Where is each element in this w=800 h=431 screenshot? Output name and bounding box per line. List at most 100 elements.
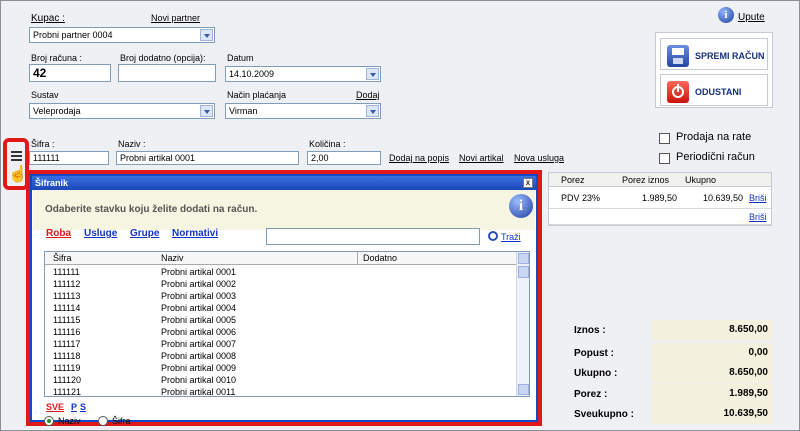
- scroll-down-icon[interactable]: [518, 384, 529, 395]
- total-label-ukupno: Ukupno :: [574, 368, 618, 379]
- list-item-naziv: Probni artikal 0003: [161, 291, 237, 301]
- list-icon[interactable]: [11, 150, 23, 164]
- chevron-down-icon[interactable]: [200, 29, 213, 41]
- list-item-naziv: Probni artikal 0004: [161, 303, 237, 313]
- chevron-down-icon[interactable]: [366, 105, 379, 117]
- sifranik-dialog: Šifranik x Odaberite stavku koju želite …: [26, 170, 542, 426]
- grid-cell-porez-iznos: 1.989,50: [642, 193, 678, 203]
- tab-roba[interactable]: Roba: [46, 228, 71, 239]
- novi-artikal-link[interactable]: Novi artikal: [459, 153, 504, 163]
- list-item[interactable]: 111117 Probni artikal 0007: [45, 339, 517, 351]
- close-icon[interactable]: x: [523, 178, 533, 188]
- novi-partner-link[interactable]: Novi partner: [151, 13, 200, 23]
- list-item-sifra: 111118: [53, 351, 81, 361]
- prodaja-na-rate-checkbox[interactable]: [659, 133, 670, 144]
- list-item[interactable]: 111112 Probni artikal 0002: [45, 279, 517, 291]
- naziv-input[interactable]: Probni artikal 0001: [116, 151, 299, 165]
- broj-dodatno-input[interactable]: [118, 64, 216, 82]
- scroll-up-icon[interactable]: [518, 253, 529, 264]
- dodaj-link[interactable]: Dodaj: [356, 90, 380, 100]
- sustav-select[interactable]: Veleprodaja: [29, 103, 215, 119]
- dialog-banner: Odaberite stavku koju želite dodati na r…: [33, 190, 535, 230]
- kolicina-label: Količina :: [309, 139, 346, 149]
- odustani-button[interactable]: ODUSTANI: [660, 74, 768, 106]
- kupac-select[interactable]: Probni partner 0004: [29, 27, 215, 43]
- search-icon[interactable]: [488, 231, 498, 241]
- total-label-sveukupno: Sveukupno :: [574, 409, 635, 420]
- grid-header: Porez Porez iznos Ukupno: [549, 173, 771, 187]
- help-icon[interactable]: i: [718, 7, 734, 23]
- kolicina-input[interactable]: 2,00: [307, 151, 381, 165]
- sustav-label: Sustav: [31, 90, 59, 100]
- list-item[interactable]: 111116 Probni artikal 0006: [45, 327, 517, 339]
- total-label-porez: Porez :: [574, 389, 608, 400]
- filter-s-link[interactable]: S: [80, 402, 86, 412]
- nova-usluga-link[interactable]: Nova usluga: [514, 153, 564, 163]
- sifra-input[interactable]: 111111: [29, 151, 109, 165]
- list-item[interactable]: 111121 Probni artikal 0011: [45, 387, 517, 397]
- grid-cell-ukupno: 10.639,50: [703, 193, 744, 203]
- total-label-popust: Popust :: [574, 348, 614, 359]
- kupac-label[interactable]: Kupac :: [31, 13, 65, 24]
- list-item-naziv: Probni artikal 0010: [161, 375, 237, 385]
- list-scrollbar[interactable]: [516, 252, 529, 396]
- list-item[interactable]: 111115 Probni artikal 0005: [45, 315, 517, 327]
- dialog-body: Šifranik x Odaberite stavku koju želite …: [30, 174, 538, 426]
- info-icon: i: [509, 194, 533, 218]
- list-item-naziv: Probni artikal 0006: [161, 327, 237, 337]
- chevron-down-icon[interactable]: [200, 105, 213, 117]
- list-item-naziv: Probni artikal 0011: [161, 387, 236, 397]
- sifra-label: Šifra :: [31, 139, 55, 149]
- spremi-label: SPREMI RAČUN: [695, 51, 765, 61]
- grid-col-ukupno: Ukupno: [685, 175, 717, 185]
- brisi-link[interactable]: Briši: [749, 193, 767, 203]
- naziv-label: Naziv :: [118, 139, 146, 149]
- list-item[interactable]: 111118 Probni artikal 0008: [45, 351, 517, 363]
- list-col-dodatno: Dodatno: [363, 253, 398, 263]
- upute-link[interactable]: Upute: [738, 12, 765, 23]
- broj-dodatno-label: Broj dodatno (opcija):: [120, 53, 206, 63]
- broj-racuna-input[interactable]: 42: [29, 64, 111, 82]
- search-input[interactable]: [266, 228, 480, 245]
- scroll-thumb[interactable]: [518, 266, 529, 278]
- list-col-naziv: Naziv: [161, 253, 184, 263]
- list-item-sifra: 111111: [53, 267, 80, 277]
- table-row: Briši: [549, 209, 771, 225]
- dodaj-na-popis-link[interactable]: Dodaj na popis: [389, 153, 449, 163]
- brisi-link[interactable]: Briši: [749, 212, 767, 222]
- periodicni-racun-checkbox[interactable]: [659, 153, 670, 164]
- list-item-naziv: Probni artikal 0002: [161, 279, 237, 289]
- tab-usluge[interactable]: Usluge: [84, 228, 117, 239]
- list-item-naziv: Probni artikal 0008: [161, 351, 237, 361]
- total-value-ukupno: 8.650,00: [652, 363, 772, 383]
- list-item[interactable]: 111113 Probni artikal 0003: [45, 291, 517, 303]
- list-item[interactable]: 111120 Probni artikal 0010: [45, 375, 517, 387]
- hand-cursor-icon: ☝: [8, 166, 28, 183]
- tab-grupe[interactable]: Grupe: [130, 228, 159, 239]
- list-item[interactable]: 111114 Probni artikal 0004: [45, 303, 517, 315]
- list-item-naziv: Probni artikal 0009: [161, 363, 237, 373]
- list-item[interactable]: 111119 Probni artikal 0009: [45, 363, 517, 375]
- datum-select[interactable]: 14.10.2009: [225, 66, 381, 82]
- total-value-porez: 1.989,50: [652, 384, 772, 404]
- total-label-iznos: Iznos :: [574, 325, 606, 336]
- spremi-button[interactable]: SPREMI RAČUN: [660, 38, 768, 70]
- tab-normativi[interactable]: Normativi: [172, 228, 218, 239]
- odustani-label: ODUSTANI: [695, 87, 742, 97]
- list-item-sifra: 111116: [53, 327, 81, 337]
- save-icon: [667, 45, 689, 67]
- filter-p-link[interactable]: P: [71, 402, 77, 412]
- banner-text: Odaberite stavku koju želite dodati na r…: [45, 204, 258, 215]
- nacin-placanja-label: Način plaćanja: [227, 90, 287, 100]
- radio-sifra[interactable]: [98, 416, 108, 426]
- list-item[interactable]: 111111 Probni artikal 0001: [45, 267, 517, 279]
- list-item-sifra: 111119: [53, 363, 81, 373]
- grid-col-porez: Porez: [561, 175, 585, 185]
- nacin-placanja-select[interactable]: Virman: [225, 103, 381, 119]
- trazi-link[interactable]: Traži: [501, 232, 521, 242]
- list-col-sifra: Šifra: [53, 253, 72, 263]
- chevron-down-icon[interactable]: [366, 68, 379, 80]
- filter-sve-link[interactable]: SVE: [46, 402, 64, 412]
- list-item-sifra: 111117: [53, 339, 81, 349]
- radio-naziv[interactable]: [44, 416, 54, 426]
